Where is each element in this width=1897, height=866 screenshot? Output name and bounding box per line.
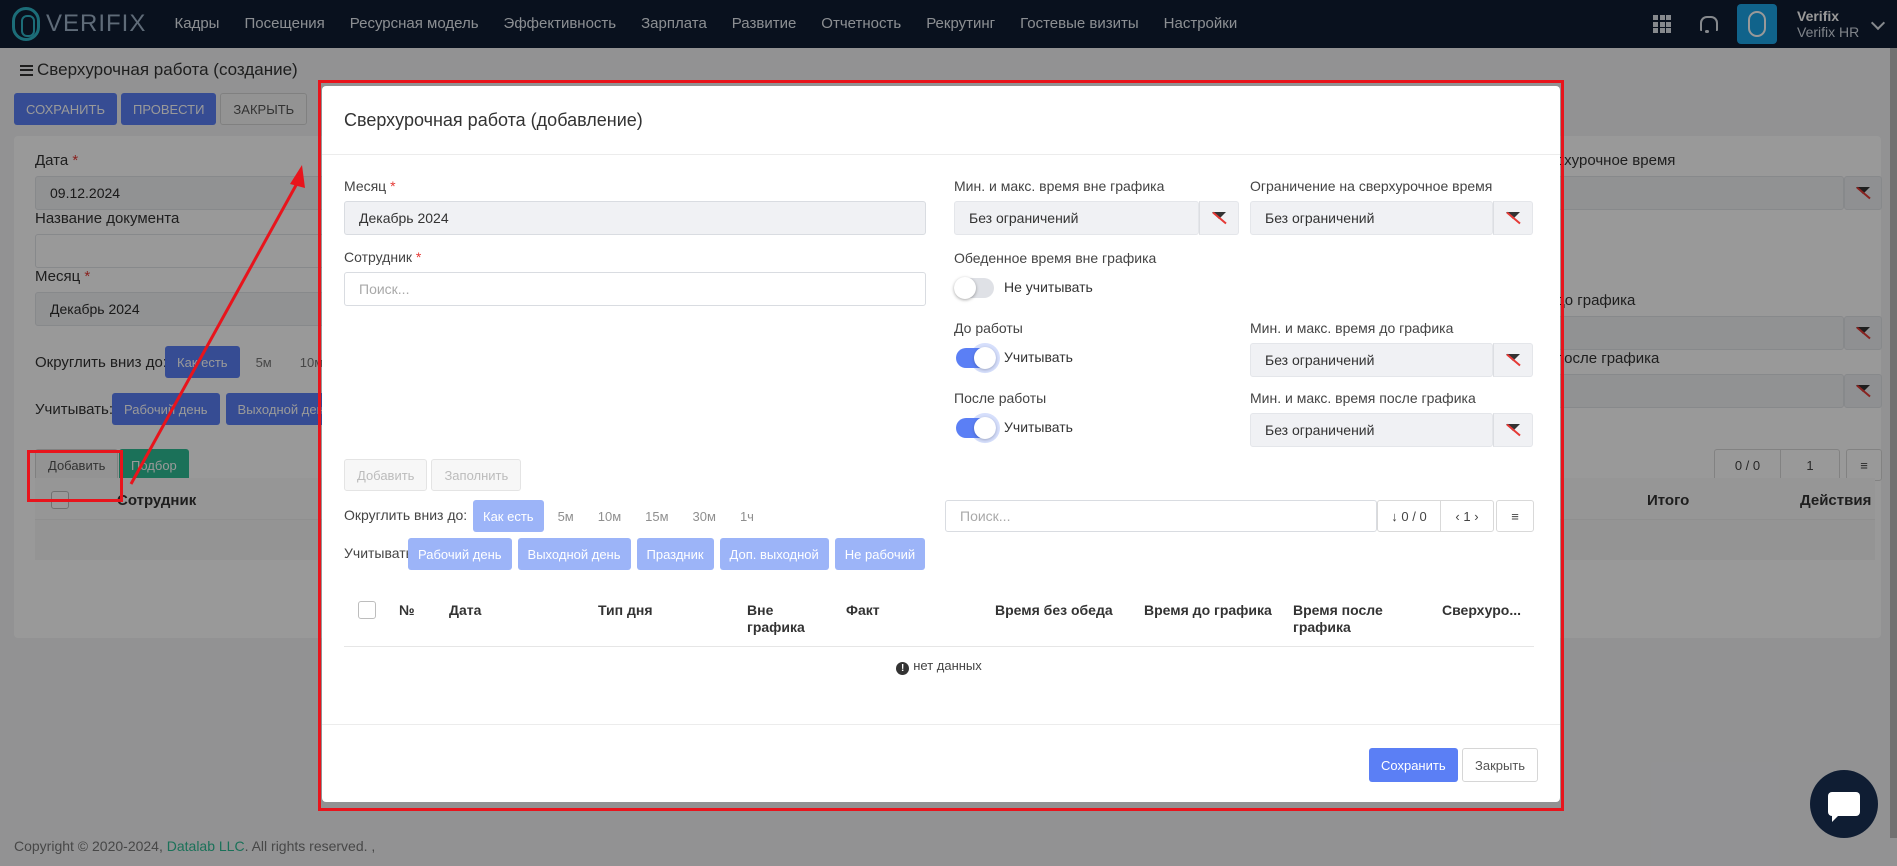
annotation-arrow [129, 165, 305, 485]
chat-widget-button[interactable] [1810, 770, 1878, 838]
chat-icon [1828, 792, 1860, 822]
annotation-arrow-head [290, 165, 305, 188]
annotation-arrow-line [129, 177, 302, 485]
